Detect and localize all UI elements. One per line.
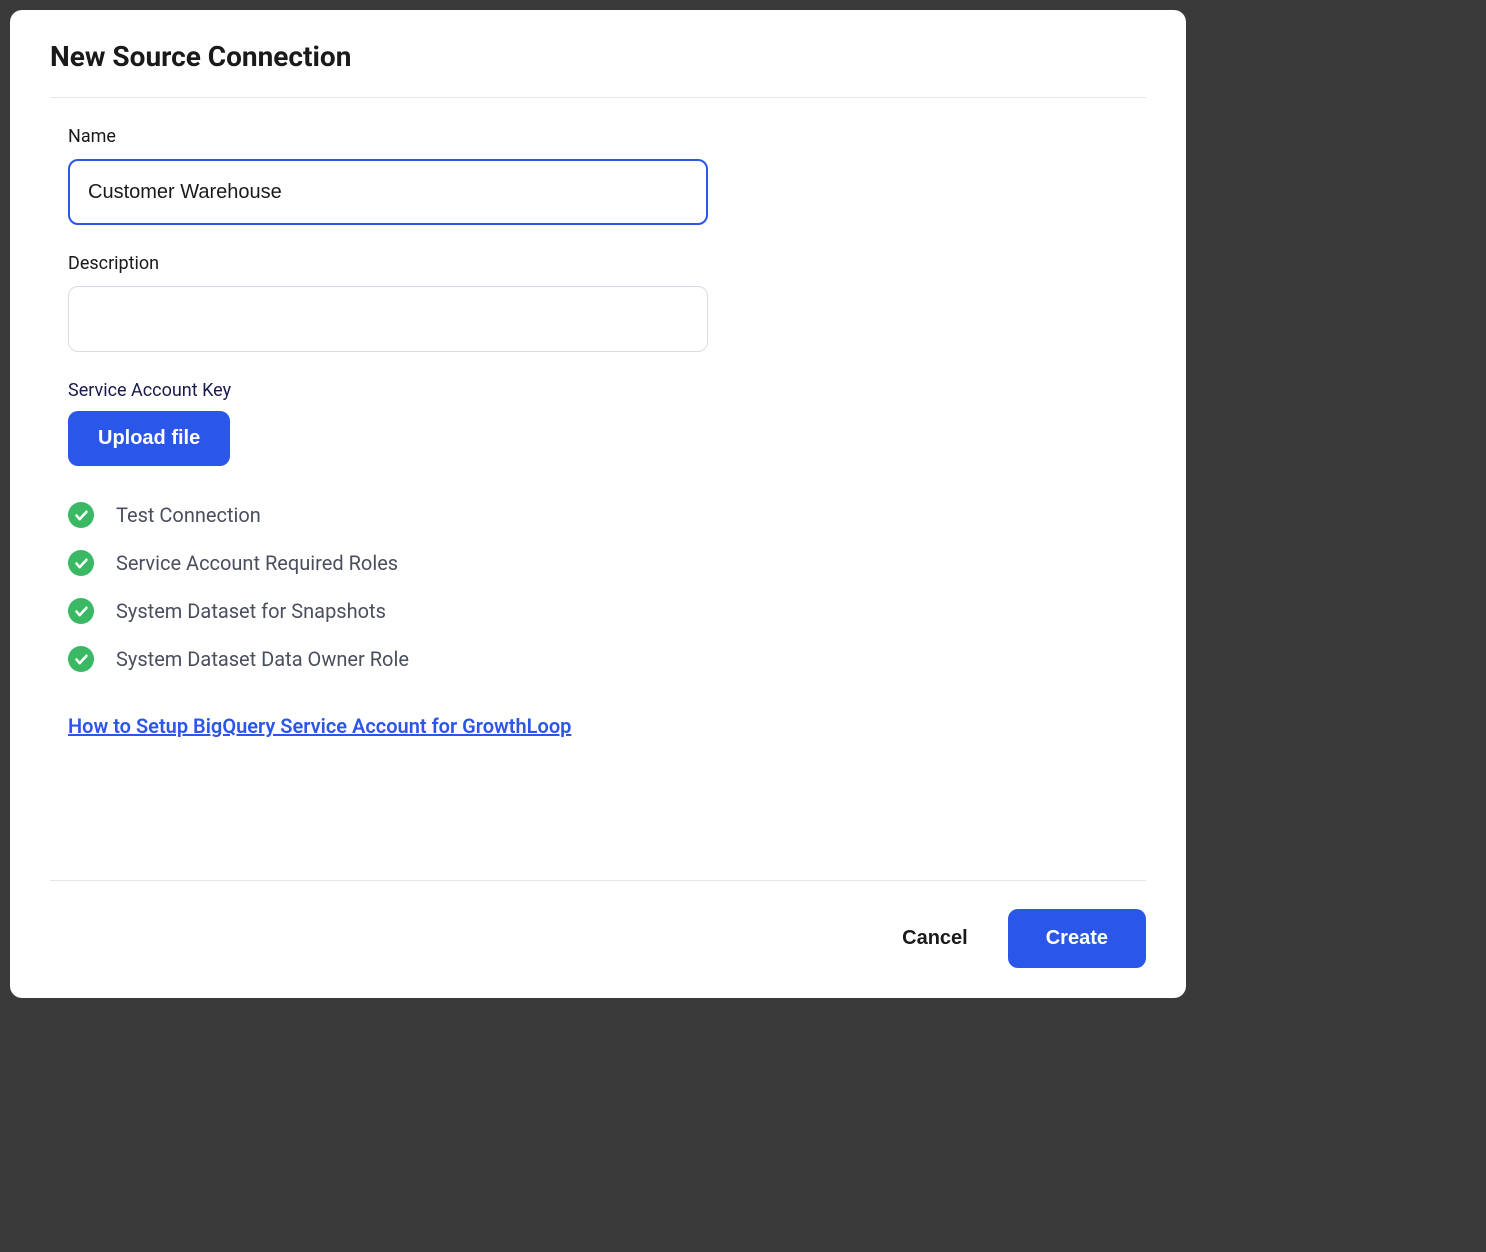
header-divider [50, 97, 1146, 98]
check-label: Test Connection [116, 503, 261, 527]
upload-file-button[interactable]: Upload file [68, 411, 230, 466]
check-circle-icon [68, 598, 94, 624]
description-input[interactable] [68, 286, 708, 352]
service-account-key-label: Service Account Key [68, 380, 1128, 401]
check-circle-icon [68, 646, 94, 672]
name-field-group: Name [68, 126, 1128, 225]
name-input[interactable] [68, 159, 708, 225]
check-item-system-dataset-owner-role: System Dataset Data Owner Role [68, 646, 1128, 672]
check-label: System Dataset for Snapshots [116, 599, 386, 623]
help-link-bigquery-setup[interactable]: How to Setup BigQuery Service Account fo… [68, 714, 571, 738]
check-label: Service Account Required Roles [116, 551, 398, 575]
form-body: Name Description Service Account Key Upl… [50, 126, 1146, 850]
create-button[interactable]: Create [1008, 909, 1146, 968]
check-circle-icon [68, 550, 94, 576]
cancel-button[interactable]: Cancel [902, 927, 968, 950]
check-item-test-connection: Test Connection [68, 502, 1128, 528]
check-list: Test Connection Service Account Required… [68, 502, 1128, 672]
footer-actions: Cancel Create [50, 909, 1146, 968]
new-source-connection-modal: New Source Connection Name Description S… [10, 10, 1186, 998]
description-field-group: Description [68, 253, 1128, 352]
check-item-service-account-roles: Service Account Required Roles [68, 550, 1128, 576]
check-circle-icon [68, 502, 94, 528]
check-label: System Dataset Data Owner Role [116, 647, 409, 671]
description-label: Description [68, 253, 1128, 274]
check-item-system-dataset-snapshots: System Dataset for Snapshots [68, 598, 1128, 624]
modal-title: New Source Connection [50, 40, 1146, 73]
footer-divider [50, 880, 1146, 881]
name-label: Name [68, 126, 1128, 147]
service-account-key-group: Service Account Key Upload file [68, 380, 1128, 466]
